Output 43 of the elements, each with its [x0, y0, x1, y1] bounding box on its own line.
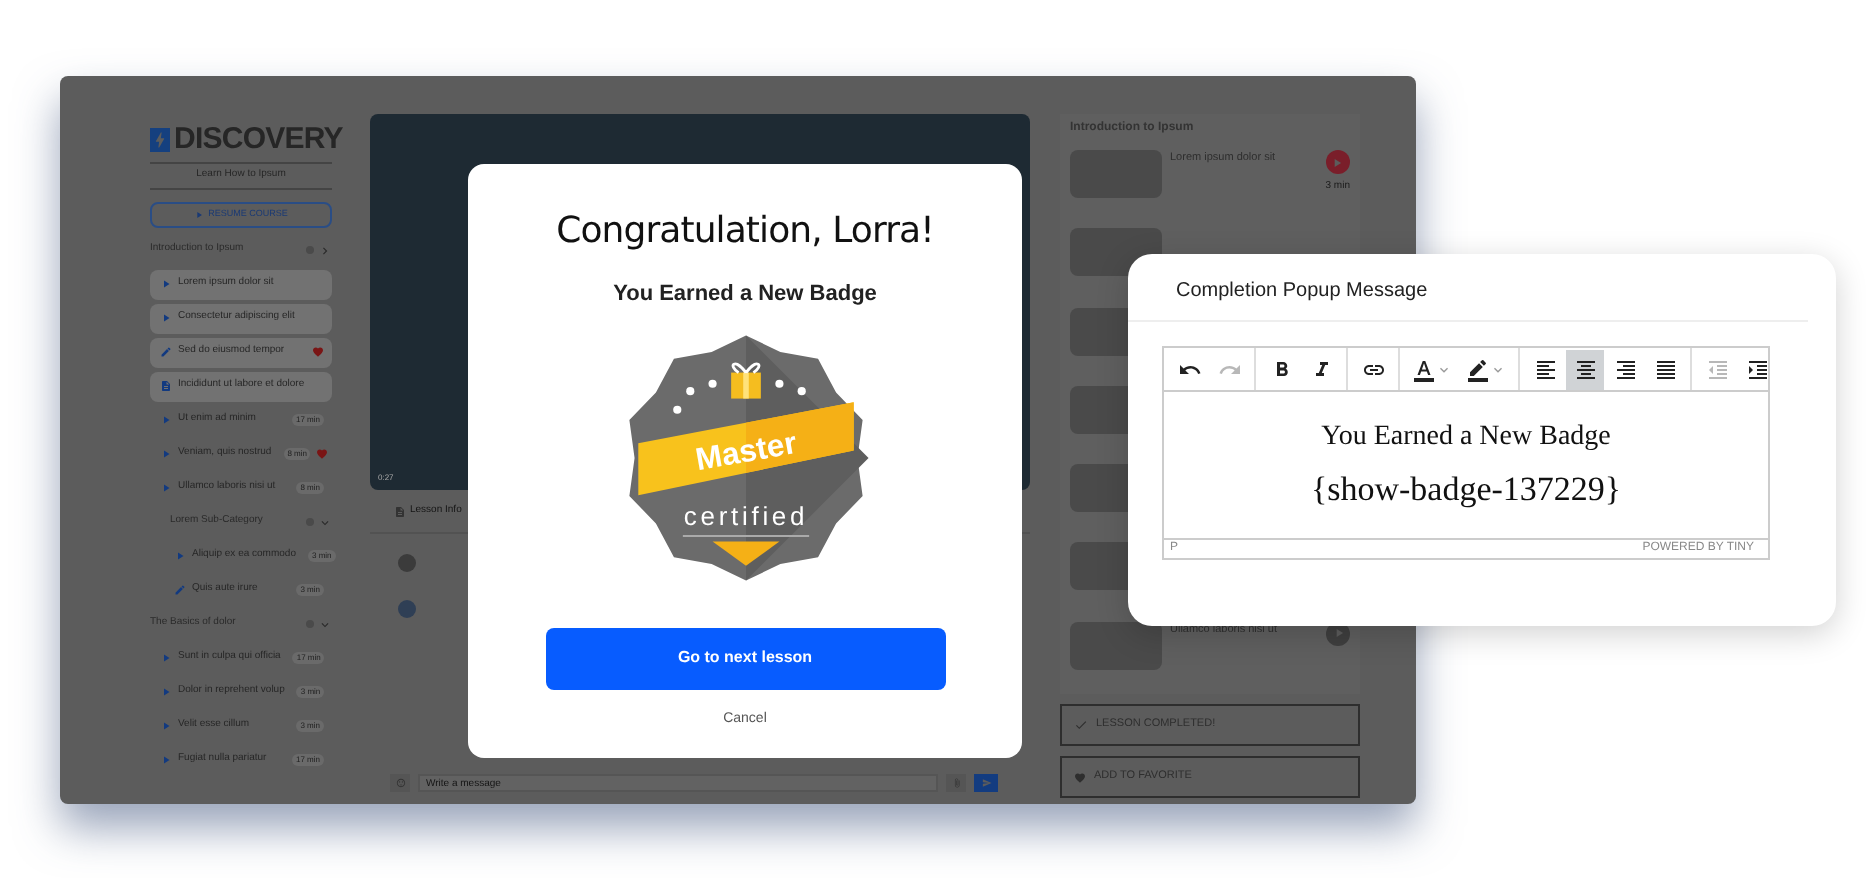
document-icon — [394, 505, 406, 517]
smiley-icon — [395, 778, 405, 788]
pencil-icon — [160, 346, 172, 358]
send-icon — [981, 778, 991, 788]
align-center-button[interactable] — [1566, 349, 1604, 389]
play-icon — [160, 278, 172, 290]
play-icon — [160, 720, 172, 732]
next-lesson-button[interactable]: Go to next lesson — [545, 627, 945, 689]
avatar — [398, 554, 416, 572]
align-justify-icon — [1653, 357, 1677, 381]
align-left-icon — [1533, 357, 1557, 381]
editor-paragraph: You Earned a New Badge — [1321, 424, 1611, 452]
card-title: Completion Popup Message — [1128, 254, 1808, 322]
badge-caption: certified — [682, 499, 808, 530]
pencil-icon — [174, 584, 186, 596]
heart-icon — [1074, 771, 1086, 783]
modal-title: Congratulation, Lorra! — [556, 208, 934, 256]
highlighter-icon — [1466, 357, 1490, 381]
play-icon — [160, 414, 172, 426]
document-icon — [160, 380, 172, 392]
play-icon — [160, 482, 172, 494]
play-icon — [160, 312, 172, 324]
play-icon — [194, 209, 205, 219]
outdent-icon — [1705, 357, 1729, 381]
play-icon — [160, 652, 172, 664]
align-right-icon — [1613, 357, 1637, 381]
video-thumbnail[interactable] — [1070, 621, 1162, 670]
modal-subtitle: You Earned a New Badge — [613, 280, 877, 310]
play-icon — [1330, 155, 1345, 169]
play-icon — [1331, 626, 1345, 641]
check-icon — [1074, 718, 1088, 732]
play-icon — [160, 448, 172, 460]
align-center-icon — [1573, 357, 1597, 381]
play-icon — [174, 550, 186, 562]
indent-icon — [1745, 357, 1769, 381]
logo-icon — [150, 127, 170, 151]
text-color-icon — [1412, 357, 1436, 381]
badge-title: Master — [692, 426, 799, 478]
play-icon — [160, 754, 172, 766]
editor-content[interactable]: You Earned a New Badge {show-badge-137229} — [1164, 392, 1768, 538]
play-icon — [160, 686, 172, 698]
avatar — [398, 600, 416, 618]
editor-paragraph: {show-badge-137229} — [1310, 472, 1622, 506]
